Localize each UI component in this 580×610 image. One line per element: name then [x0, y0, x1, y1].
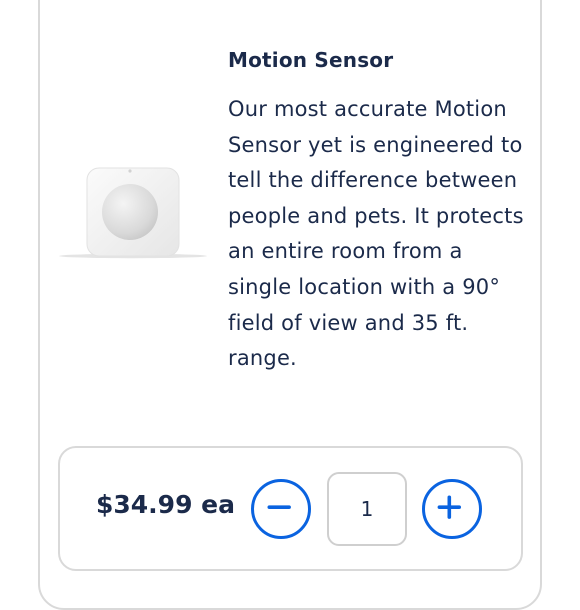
- plus-icon: [437, 495, 461, 519]
- product-title: Motion Sensor: [228, 48, 394, 72]
- increase-quantity-button[interactable]: [422, 479, 482, 539]
- decrease-quantity-button[interactable]: [251, 479, 311, 539]
- quantity-input[interactable]: [327, 472, 407, 546]
- price-label: $34.99 ea: [96, 490, 236, 519]
- minus-icon: [267, 505, 291, 509]
- motion-sensor-image: [59, 167, 207, 259]
- product-description: Our most accurate Motion Sensor yet is e…: [228, 97, 524, 371]
